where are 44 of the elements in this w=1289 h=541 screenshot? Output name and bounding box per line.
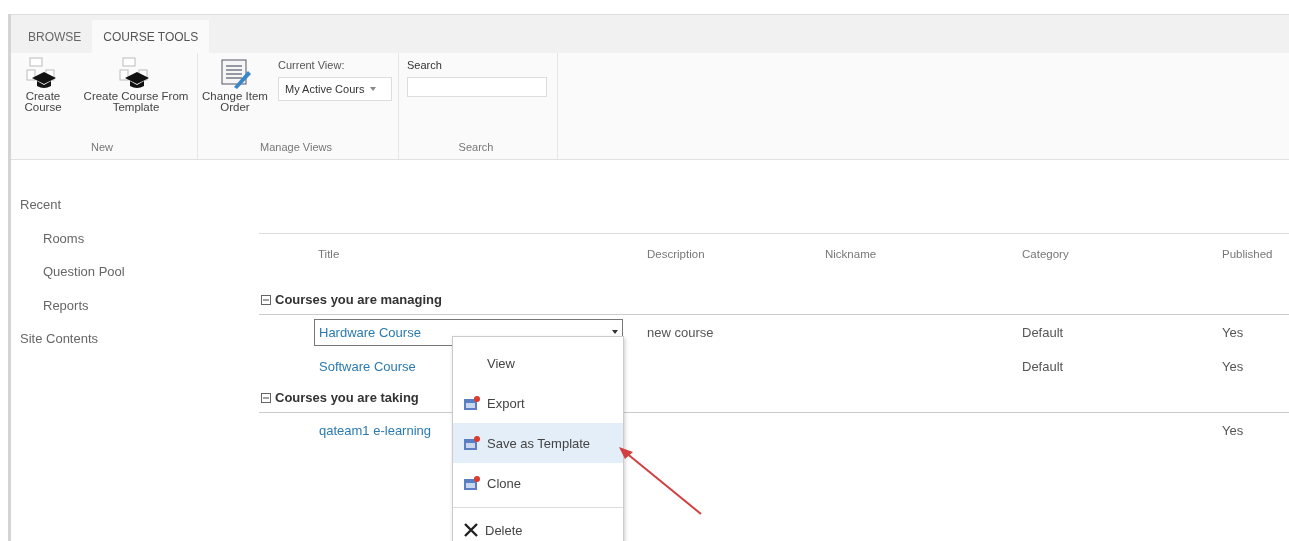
table-cell-text: Yes bbox=[1221, 423, 1244, 438]
nav-link[interactable]: Question Pool bbox=[20, 264, 259, 298]
table-cell-text: Yes bbox=[1221, 325, 1244, 340]
collapse-icon[interactable] bbox=[261, 392, 271, 403]
nav-link[interactable]: Reports bbox=[20, 297, 259, 331]
menu-item[interactable]: Export bbox=[453, 383, 623, 423]
close-icon bbox=[463, 522, 479, 538]
column-header: Description bbox=[646, 248, 705, 260]
menu-item[interactable]: Save as Template bbox=[453, 423, 623, 463]
table-star-icon bbox=[463, 435, 481, 451]
list-pencil-icon bbox=[218, 57, 252, 91]
caret-icon bbox=[370, 87, 377, 91]
table-star-icon bbox=[463, 395, 481, 411]
nav-link[interactable]: Recent bbox=[20, 197, 259, 231]
group-heading: Courses you are managing bbox=[275, 292, 442, 307]
search-field[interactable] bbox=[407, 77, 547, 97]
column-header: Category bbox=[1021, 248, 1069, 260]
ribbon-button[interactable]: Create Course From Template bbox=[81, 57, 191, 141]
group-label: New bbox=[90, 141, 114, 155]
ribbon-button[interactable]: Create Course bbox=[13, 57, 73, 141]
group-label: Search bbox=[457, 141, 495, 155]
group-label: Manage Views bbox=[259, 141, 333, 155]
menu-item[interactable]: Clone bbox=[453, 463, 623, 503]
caret-icon bbox=[612, 330, 618, 334]
table-cell-text: new course bbox=[646, 325, 714, 340]
menu-item[interactable]: Delete bbox=[453, 510, 623, 541]
group-heading: Courses you are taking bbox=[275, 390, 419, 405]
column-header: Title bbox=[317, 248, 340, 260]
field-label: Current View: bbox=[278, 59, 346, 71]
field-label: Search bbox=[407, 59, 443, 71]
column-header: Published bbox=[1221, 248, 1273, 260]
table-star-icon bbox=[463, 475, 481, 491]
column-header: Nickname bbox=[824, 248, 877, 260]
table-cell-text: Yes bbox=[1221, 359, 1244, 374]
menu-item[interactable]: View bbox=[453, 343, 623, 383]
table-cell-text: Default bbox=[1021, 359, 1064, 374]
view-dropdown[interactable]: My Active Cours bbox=[278, 77, 392, 101]
ribbon-tab[interactable]: BROWSE bbox=[17, 20, 93, 53]
table-cell-text: Default bbox=[1021, 325, 1064, 340]
nav-link[interactable]: Rooms bbox=[20, 230, 259, 264]
collapse-icon[interactable] bbox=[261, 294, 271, 305]
nav-link[interactable]: Site Contents bbox=[20, 331, 259, 365]
ribbon-tab[interactable]: COURSE TOOLS bbox=[92, 20, 210, 53]
ribbon-button[interactable]: Change Item Order bbox=[200, 57, 270, 141]
